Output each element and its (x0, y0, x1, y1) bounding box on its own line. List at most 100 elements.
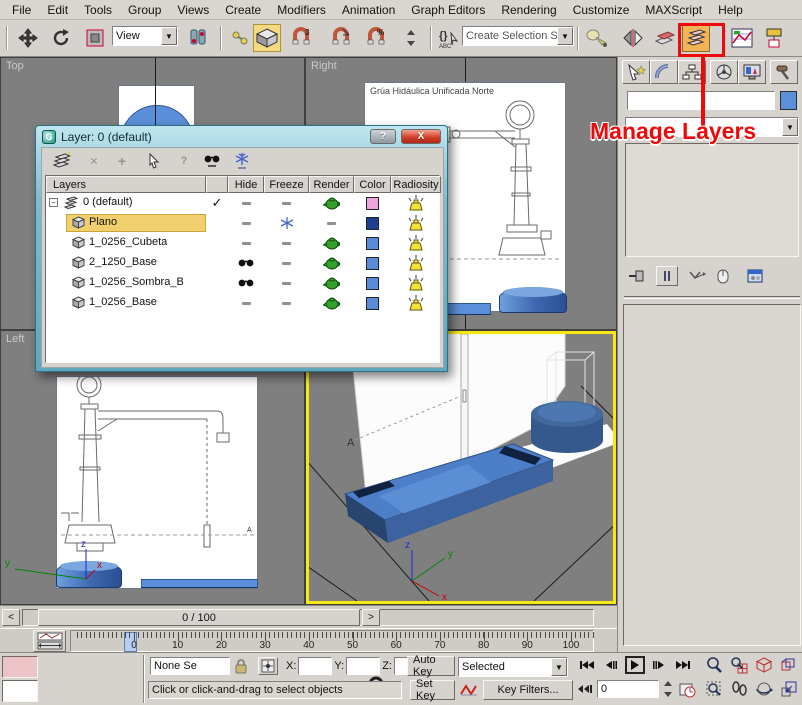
curve-editor-button[interactable] (728, 24, 756, 52)
radiosity-cell[interactable] (391, 293, 441, 313)
selection-lock-icon[interactable] (230, 658, 252, 674)
rollout-area[interactable] (623, 304, 801, 646)
key-selection-dropdown[interactable]: Selected ▼ (458, 657, 568, 677)
render-cell[interactable] (309, 293, 354, 313)
snap-toggle-3d-button[interactable]: 3 (287, 24, 315, 52)
x-coordinate-field[interactable] (298, 657, 332, 675)
select-and-move-button[interactable] (14, 24, 42, 52)
layer-name[interactable]: 2_1250_Base (89, 256, 157, 268)
layer-row-1_0256_Sombra_B[interactable]: 1_0256_Sombra_B (46, 273, 439, 293)
menu-item-animation[interactable]: Animation (334, 1, 403, 19)
time-forward-button[interactable]: > (362, 609, 380, 626)
spinner-snap-button[interactable] (397, 24, 425, 52)
dropdown-arrow-icon[interactable]: ▼ (551, 658, 567, 676)
menu-item-customize[interactable]: Customize (565, 1, 638, 19)
zoom-extents-button[interactable] (754, 656, 774, 674)
remove-modifier-button[interactable] (712, 266, 734, 286)
current-layer-cell[interactable] (206, 253, 228, 273)
tab-modify[interactable] (650, 60, 678, 84)
track-bar-ruler[interactable]: 0102030405060708090100 (70, 630, 594, 652)
maximize-viewport-button[interactable] (779, 680, 799, 698)
expand-collapse-toggle[interactable]: − (49, 198, 58, 207)
zoom-region-button[interactable] (704, 680, 724, 698)
dialog-close-button[interactable]: X (401, 129, 441, 144)
color-cell[interactable] (354, 233, 391, 253)
freeze-cell[interactable] (264, 253, 309, 273)
modifier-stack-list[interactable] (625, 143, 799, 257)
column-header-radiosity[interactable]: Radiosity (391, 176, 441, 193)
show-end-result-button[interactable] (656, 266, 678, 286)
layer-name[interactable]: 0 (default) (83, 196, 133, 208)
next-frame-button[interactable] (649, 656, 669, 674)
make-unique-button[interactable] (686, 266, 708, 286)
color-cell[interactable] (354, 273, 391, 293)
reference-coordinate-dropdown[interactable]: View ▼ (112, 26, 178, 46)
menu-item-views[interactable]: Views (169, 1, 217, 19)
menu-item-edit[interactable]: Edit (39, 1, 76, 19)
render-cell[interactable] (309, 273, 354, 293)
zoom-extents-all-button[interactable] (779, 656, 799, 674)
current-frame-field[interactable]: 0 (597, 680, 659, 698)
hide-cell[interactable] (228, 293, 264, 313)
freeze-cell[interactable] (264, 193, 309, 213)
zoom-all-button[interactable] (729, 656, 749, 674)
absolute-mode-toggle[interactable] (258, 657, 278, 675)
frame-spinner[interactable] (663, 680, 673, 698)
color-cell[interactable] (354, 253, 391, 273)
layer-row-1_0256_Cubeta[interactable]: 1_0256_Cubeta (46, 233, 439, 253)
pin-stack-button[interactable] (626, 266, 648, 286)
set-key-button[interactable]: Set Key (410, 680, 455, 700)
menu-item-modifiers[interactable]: Modifiers (269, 1, 334, 19)
hide-cell[interactable] (228, 273, 264, 293)
time-back-button[interactable]: < (2, 609, 20, 626)
column-header-hide[interactable]: Hide (228, 176, 264, 193)
layer-row-1_0256_Base[interactable]: 1_0256_Base (46, 293, 439, 313)
add-to-layer-button[interactable]: + (110, 151, 134, 171)
configure-modifier-sets-button[interactable] (744, 266, 766, 286)
delete-layer-button[interactable]: ✕ (82, 151, 106, 171)
menu-item-group[interactable]: Group (120, 1, 169, 19)
snaps-toggle-button[interactable] (253, 24, 281, 52)
render-cell[interactable] (309, 253, 354, 273)
play-button[interactable] (625, 656, 645, 674)
track-bar[interactable]: 0102030405060708090100 (0, 628, 617, 652)
select-highlighted-button[interactable] (142, 151, 166, 171)
toolbar-grip[interactable] (6, 26, 8, 50)
radiosity-cell[interactable] (391, 273, 441, 293)
previous-frame-button[interactable] (601, 656, 621, 674)
render-cell[interactable] (309, 233, 354, 253)
layer-row-2_1250_Base[interactable]: 2_1250_Base (46, 253, 439, 273)
object-color-swatch[interactable] (780, 91, 797, 110)
hide-cell[interactable] (228, 233, 264, 253)
layer-help-button[interactable]: ? (172, 151, 196, 171)
tab-motion[interactable] (710, 60, 738, 84)
pan-button[interactable] (729, 680, 749, 698)
isolate-selection-button[interactable] (582, 24, 610, 52)
zoom-button[interactable] (704, 656, 724, 674)
layer-name[interactable]: 1_0256_Sombra_B (89, 276, 184, 288)
maxscript-mini-listener-white[interactable] (2, 680, 38, 702)
mirror-button[interactable] (619, 24, 647, 52)
go-to-end-button[interactable] (673, 656, 693, 674)
menu-item-graph-editors[interactable]: Graph Editors (403, 1, 493, 19)
hide-toggle-button[interactable] (200, 151, 224, 171)
freeze-cell[interactable] (264, 273, 309, 293)
layer-row-0-default-[interactable]: −0 (default)✓ (46, 193, 439, 213)
percent-snap-button[interactable]: % (362, 24, 390, 52)
time-slider-thumb[interactable]: 0 / 100 (38, 609, 360, 626)
named-selection-sets-button[interactable]: {}ABC (435, 24, 463, 52)
column-header-color[interactable]: Color (354, 176, 391, 193)
time-configuration-button[interactable] (677, 680, 697, 698)
menu-item-help[interactable]: Help (710, 1, 751, 19)
key-mode-toggle[interactable] (577, 680, 593, 698)
create-new-layer-button[interactable] (50, 151, 74, 171)
menu-item-create[interactable]: Create (217, 1, 269, 19)
create-selection-set-combo[interactable]: Create Selection Set ▼ (462, 26, 574, 46)
auto-key-button[interactable]: Auto Key (407, 656, 455, 676)
select-and-link-button[interactable] (226, 24, 254, 52)
menu-item-rendering[interactable]: Rendering (493, 1, 564, 19)
angle-snap-button[interactable] (327, 24, 355, 52)
schematic-view-button[interactable] (760, 24, 788, 52)
dialog-help-button[interactable]: ? (370, 129, 396, 144)
layer-name[interactable]: Plano (89, 216, 117, 228)
